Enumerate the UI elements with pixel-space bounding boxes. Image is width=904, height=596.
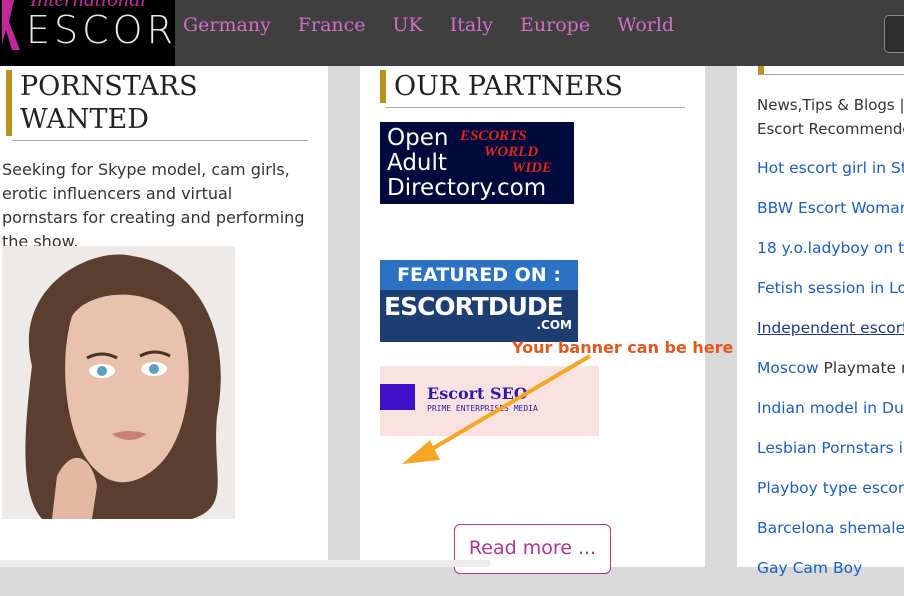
main-nav: Germany France UK Italy Europe World xyxy=(183,14,701,36)
panel-heading-accent xyxy=(758,66,904,75)
status-bar xyxy=(0,560,490,567)
escortdude-banner[interactable]: FEATURED ON : ESCORTDUDE .COM xyxy=(380,260,578,342)
site-logo[interactable]: International ESCORT xyxy=(0,0,175,66)
article-link[interactable]: Fetish session in Lor xyxy=(757,276,904,316)
article-link[interactable]: BBW Escort Woman xyxy=(757,196,904,236)
banner-com-text: .COM xyxy=(536,318,572,332)
article-link[interactable]: Lesbian Pornstars in xyxy=(757,436,904,476)
nav-france[interactable]: France xyxy=(298,14,366,36)
banner-red-text: WIDE xyxy=(512,160,553,176)
banner-red-text: WORLD xyxy=(484,144,539,160)
banner-featured-text: FEATURED ON : xyxy=(380,260,578,290)
open-adult-directory-banner[interactable]: Open Adult Directory.com ESCORTS WORLD W… xyxy=(380,122,574,204)
portrait-illustration xyxy=(2,246,235,519)
article-link[interactable]: Indian model in Dub xyxy=(757,396,904,436)
news-panel: News,Tips & Blogs | Escort Recommende Ho… xyxy=(737,66,904,577)
article-link[interactable]: Playboy type escort xyxy=(757,476,904,516)
heading-divider xyxy=(12,140,308,141)
nav-germany[interactable]: Germany xyxy=(183,14,271,36)
article-link[interactable]: Independent escort xyxy=(757,316,904,356)
banner-red-text: ESCORTS xyxy=(460,128,527,144)
our-partners-panel: OUR PARTNERS Open Adult Directory.com ES… xyxy=(360,66,733,574)
search-input[interactable] xyxy=(884,15,904,53)
article-link[interactable]: Gay Cam Boy xyxy=(757,556,904,596)
nav-world[interactable]: World xyxy=(617,14,674,36)
panel-heading: OUR PARTNERS xyxy=(380,70,684,103)
article-link[interactable]: 18 y.o.ladyboy on to xyxy=(757,236,904,276)
article-link[interactable]: Moscow Playmate n xyxy=(757,356,904,396)
nav-italy[interactable]: Italy xyxy=(450,14,493,36)
nav-europe[interactable]: Europe xyxy=(520,14,590,36)
panel-intro-text: Seeking for Skype model, cam girls, erot… xyxy=(2,160,305,251)
article-link-list: Hot escort girl in St BBW Escort Woman 1… xyxy=(757,156,904,596)
pornstars-wanted-panel: PORNSTARS WANTED Seeking for Skype model… xyxy=(0,66,328,567)
logo-wordmark: ESCORT xyxy=(26,8,175,52)
article-link[interactable]: Barcelona shemale xyxy=(757,516,904,556)
arrow-icon xyxy=(402,354,592,464)
panel-heading: PORNSTARS WANTED xyxy=(6,70,310,136)
top-navigation-bar: International ESCORT Germany France UK Ital… xyxy=(0,0,904,66)
article-link[interactable]: Hot escort girl in St xyxy=(757,156,904,196)
panel-intro-text: News,Tips & Blogs | Escort Recommende xyxy=(757,96,904,138)
heading-divider xyxy=(386,107,685,108)
model-portrait-image[interactable] xyxy=(2,246,235,519)
banner-brand-text: ESCORTDUDE xyxy=(384,292,564,321)
nav-uk[interactable]: UK xyxy=(393,14,423,36)
